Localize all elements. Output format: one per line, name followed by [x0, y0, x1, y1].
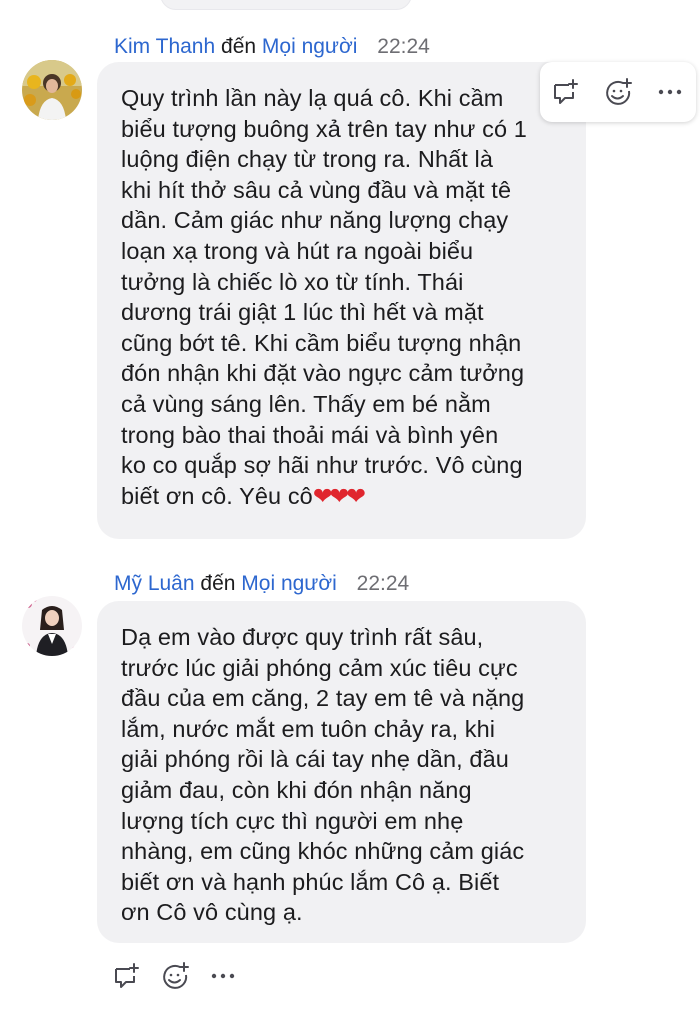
message-bubble: Dạ em vào được quy trình rất sâu, trước … — [97, 601, 586, 943]
timestamp: 22:24 — [377, 35, 430, 58]
reply-in-thread-icon[interactable] — [549, 75, 583, 109]
message-text: Dạ em vào được quy trình rất sâu, trước … — [121, 624, 525, 926]
sender-name[interactable]: Kim Thanh — [114, 35, 215, 58]
reply-in-thread-icon[interactable] — [110, 959, 144, 993]
message-body: Quy trình lần này lạ quá cô. Khi cầm biể… — [121, 85, 527, 509]
message-text: Quy trình lần này lạ quá cô. Khi cầm biể… — [121, 83, 562, 511]
more-options-icon[interactable] — [653, 75, 687, 109]
message-header: Mỹ Luân đến Mọi người 22:24 — [114, 571, 409, 597]
message-header: Kim Thanh đến Mọi người 22:24 — [114, 34, 430, 60]
add-reaction-icon[interactable] — [601, 75, 635, 109]
timestamp: 22:24 — [356, 572, 410, 595]
message-action-row — [110, 956, 250, 996]
connector-text: đến — [200, 572, 236, 595]
recipient-name[interactable]: Mọi người — [262, 35, 358, 58]
previous-message-bubble — [160, 0, 412, 10]
sender-name[interactable]: Mỹ Luân — [114, 572, 195, 595]
heart-emoji-icon: ❤❤❤ — [312, 482, 366, 509]
add-reaction-icon[interactable] — [158, 959, 192, 993]
connector-text: đến — [221, 35, 257, 58]
message-bubble: Quy trình lần này lạ quá cô. Khi cầm biể… — [97, 62, 586, 539]
more-options-icon[interactable] — [206, 959, 240, 993]
message-action-bar — [540, 62, 696, 122]
avatar[interactable] — [22, 60, 82, 120]
avatar[interactable] — [22, 596, 82, 656]
recipient-name[interactable]: Mọi người — [241, 572, 337, 595]
